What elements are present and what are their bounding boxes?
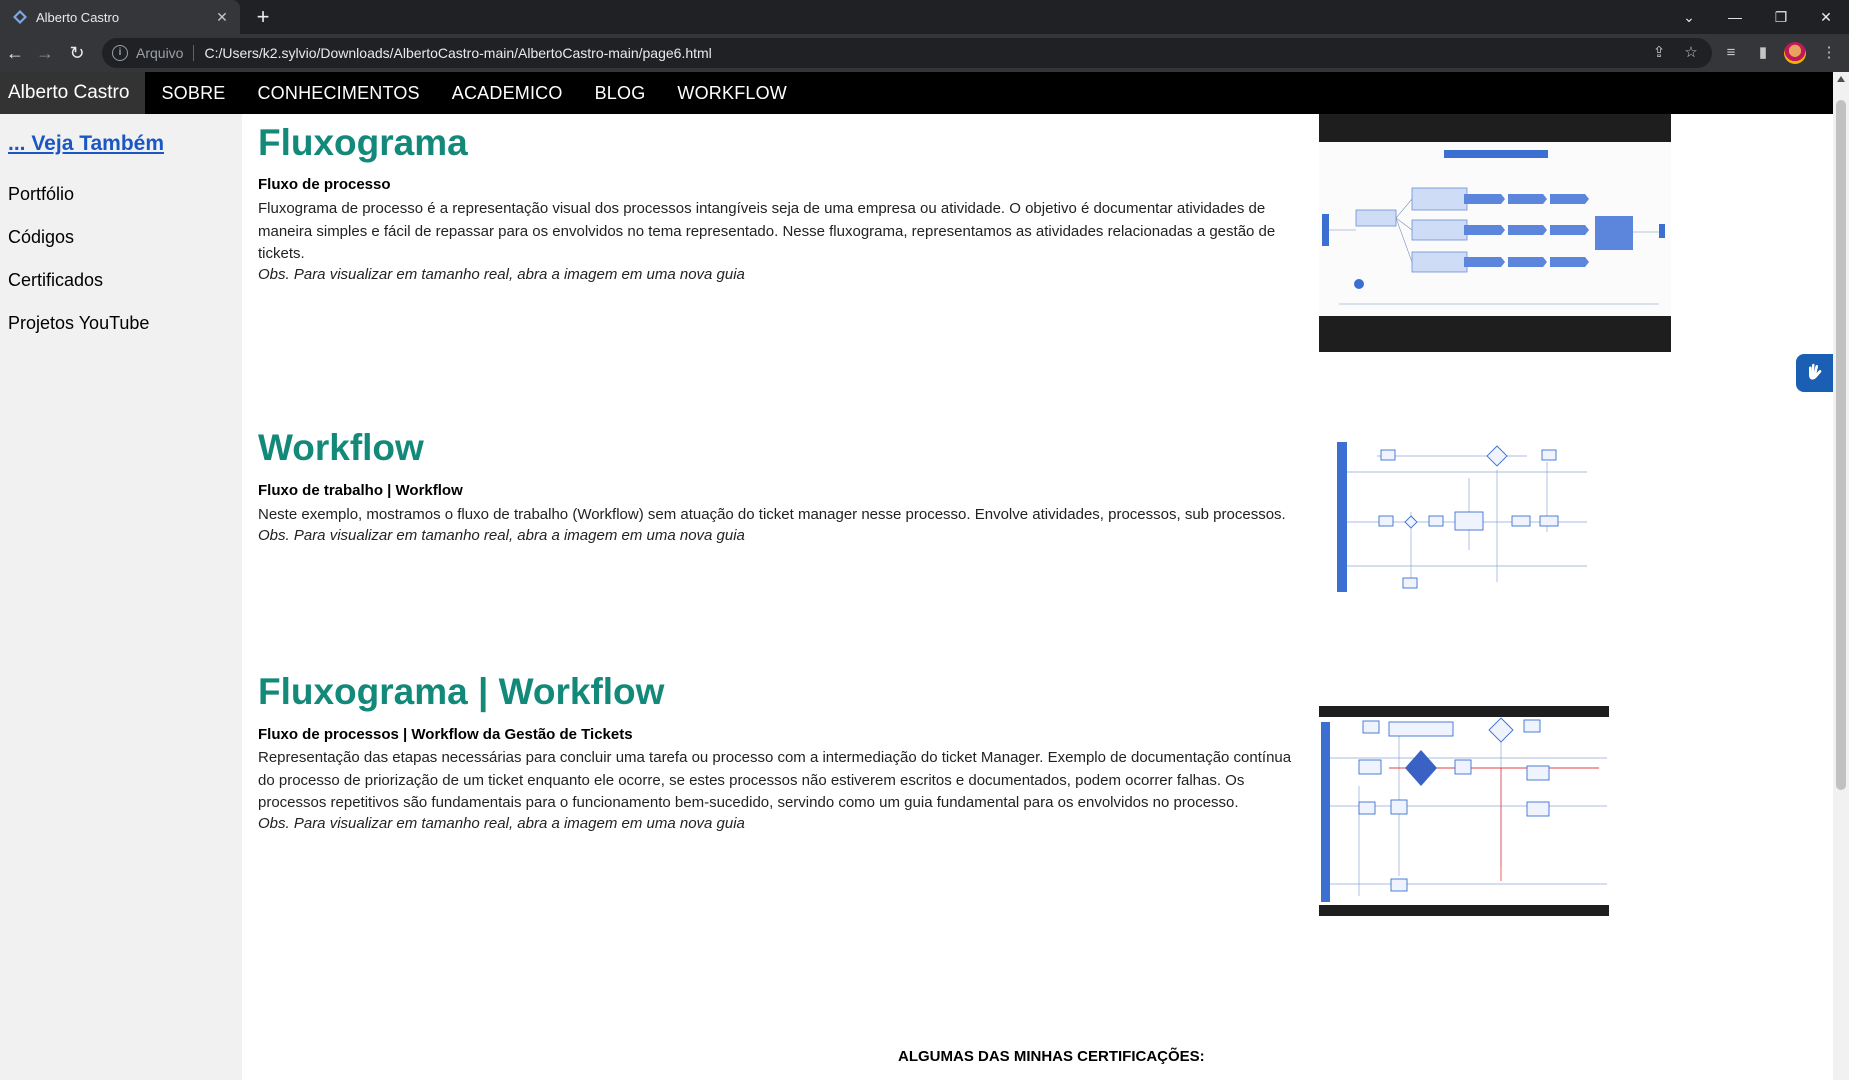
tab-title: Alberto Castro bbox=[36, 9, 120, 25]
page-scrollbar[interactable] bbox=[1833, 72, 1849, 1080]
share-icon[interactable]: ⇪ bbox=[1648, 42, 1670, 64]
section-subtitle: Fluxo de processos | Workflow da Gestão … bbox=[258, 726, 633, 743]
site-navbar: Alberto Castro SOBRE CONHECIMENTOS ACADE… bbox=[0, 72, 1833, 114]
address-bar[interactable]: i Arquivo C:/Users/k2.sylvio/Downloads/A… bbox=[102, 38, 1712, 68]
section-body: Neste exemplo, mostramos o fluxo de trab… bbox=[258, 506, 1286, 523]
reading-list-icon[interactable]: ≡ bbox=[1720, 42, 1742, 64]
reload-icon[interactable]: ↻ bbox=[64, 40, 90, 66]
sidebar-heading-link[interactable]: ... Veja Também bbox=[8, 132, 164, 156]
side-panel-icon[interactable]: ▮ bbox=[1752, 42, 1774, 64]
nav-brand[interactable]: Alberto Castro bbox=[0, 72, 146, 114]
nav-link-blog[interactable]: BLOG bbox=[579, 72, 662, 114]
forward-icon[interactable]: → bbox=[32, 40, 58, 66]
scroll-up-arrow-icon[interactable] bbox=[1837, 76, 1845, 82]
certifications-heading: ALGUMAS DAS MINHAS CERTIFICAÇÕES: bbox=[898, 1048, 1205, 1065]
section-title-fluxograma-workflow: Fluxograma | Workflow bbox=[258, 671, 665, 712]
fluxograma-workflow-image[interactable] bbox=[1319, 706, 1609, 916]
nav-link-academico[interactable]: ACADEMICO bbox=[436, 72, 579, 114]
sidebar: ... Veja Também Portfólio Códigos Certif… bbox=[0, 114, 242, 1080]
section-note: Obs. Para visualizar em tamanho real, ab… bbox=[258, 266, 745, 283]
section-title-workflow: Workflow bbox=[258, 427, 424, 468]
nav-link-sobre[interactable]: SOBRE bbox=[145, 72, 241, 114]
new-tab-button[interactable]: + bbox=[250, 4, 276, 30]
site-info-icon[interactable]: i bbox=[112, 45, 128, 61]
section-note: Obs. Para visualizar em tamanho real, ab… bbox=[258, 815, 745, 832]
close-window-icon[interactable]: ✕ bbox=[1803, 0, 1849, 34]
sidebar-item-portfolio[interactable]: Portfólio bbox=[8, 184, 74, 205]
sidebar-item-projetos-youtube[interactable]: Projetos YouTube bbox=[8, 313, 149, 334]
restore-icon[interactable]: ❐ bbox=[1758, 0, 1804, 34]
menu-kebab-icon[interactable]: ⋮ bbox=[1818, 42, 1840, 64]
tab-close-icon[interactable]: ✕ bbox=[210, 9, 234, 26]
section-note: Obs. Para visualizar em tamanho real, ab… bbox=[258, 527, 745, 544]
workflow-image[interactable] bbox=[1337, 432, 1593, 600]
section-title-fluxograma: Fluxograma bbox=[258, 122, 468, 163]
minimize-icon[interactable]: — bbox=[1712, 0, 1758, 34]
accessibility-hands-icon[interactable] bbox=[1796, 354, 1834, 392]
scrollbar-thumb[interactable] bbox=[1836, 100, 1846, 790]
browser-tab-strip: Alberto Castro ✕ + ⌄ — ❐ ✕ bbox=[0, 0, 1849, 34]
section-subtitle: Fluxo de trabalho | Workflow bbox=[258, 482, 463, 499]
section-subtitle: Fluxo de processo bbox=[258, 176, 391, 193]
fluxograma-image[interactable] bbox=[1319, 114, 1671, 352]
url-text[interactable]: C:/Users/k2.sylvio/Downloads/AlbertoCast… bbox=[204, 45, 711, 61]
scheme-label: Arquivo bbox=[136, 45, 184, 61]
sidebar-item-codigos[interactable]: Códigos bbox=[8, 227, 74, 248]
omnibox-divider bbox=[193, 45, 195, 61]
main-content: Fluxograma Fluxo de processo Fluxograma … bbox=[258, 114, 1833, 1080]
back-icon[interactable]: ← bbox=[2, 40, 28, 66]
bookmark-star-icon[interactable]: ☆ bbox=[1680, 42, 1702, 64]
section-body: Representação das etapas necessárias par… bbox=[258, 749, 1292, 811]
section-body: Fluxograma de processo é a representação… bbox=[258, 200, 1276, 262]
nav-link-conhecimentos[interactable]: CONHECIMENTOS bbox=[241, 72, 435, 114]
site-favicon-icon bbox=[13, 10, 27, 24]
nav-link-workflow[interactable]: WORKFLOW bbox=[661, 72, 803, 114]
browser-toolbar: ← → ↻ i Arquivo C:/Users/k2.sylvio/Downl… bbox=[0, 34, 1849, 72]
sidebar-item-certificados[interactable]: Certificados bbox=[8, 270, 103, 291]
profile-avatar[interactable] bbox=[1784, 42, 1806, 64]
tab-search-icon[interactable]: ⌄ bbox=[1666, 0, 1712, 34]
browser-tab[interactable]: Alberto Castro ✕ bbox=[0, 0, 240, 34]
